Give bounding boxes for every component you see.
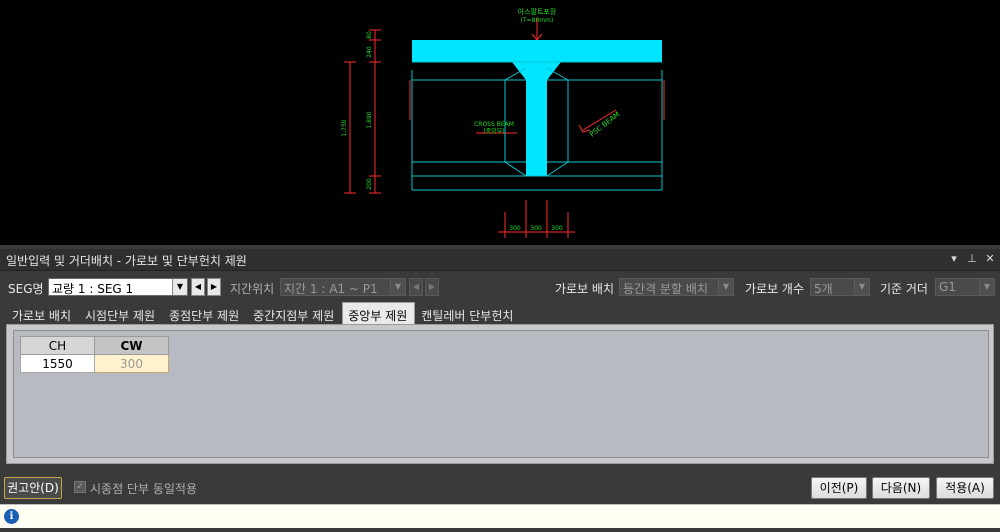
dim-bottom-3: 300 (551, 225, 563, 232)
beam-layout-label: 가로보 배치 (555, 282, 615, 296)
seg-select-value: 교량 1 : SEG 1 (52, 282, 134, 296)
input-panel: 일반입력 및 거더배치 - 가로보 및 단부헌치 제원 ▾ ⊥ ✕ SEG명 교… (0, 245, 1000, 532)
cad-drawing: 아스팔트포장 (T=80mm) CROSS BEAM (중앙부) PSC BEA… (341, 7, 665, 238)
table-row: 1550 300 (20, 354, 169, 373)
info-icon: i (4, 509, 19, 524)
dim-slab: 240 (366, 46, 373, 58)
beam-count-label: 가로보 개수 (745, 282, 805, 296)
tab-cantilever-haunch[interactable]: 캔틸레버 단부헌치 (415, 304, 521, 324)
seg-select[interactable]: 교량 1 : SEG 1 ▼ (48, 278, 188, 296)
chevron-down-icon[interactable]: ▼ (979, 279, 994, 295)
dim-total-height: 1,750 (341, 119, 348, 136)
same-apply-checkbox[interactable]: ✓ (74, 481, 86, 493)
girder-value: G1 (939, 280, 956, 294)
prev-button[interactable]: 이전(P) (811, 477, 867, 499)
grid-header-cw[interactable]: CW (94, 336, 169, 355)
dropdown-icon[interactable]: ▾ (948, 252, 960, 265)
grid-cell-cw[interactable]: 300 (94, 354, 169, 373)
dim-bottom-1: 300 (509, 225, 521, 232)
span-next-button[interactable]: ▶ (425, 278, 439, 296)
panel-toolbar: SEG명 교량 1 : SEG 1 ▼ ◀ ▶ 지간위치 지간 1 : A1 ~… (0, 275, 1000, 301)
dim-web-height: 1,890 (366, 111, 373, 128)
span-prev-button[interactable]: ◀ (409, 278, 423, 296)
pavement-thickness-label: (T=80mm) (521, 17, 554, 24)
beam-count-select[interactable]: 5개 ▼ (810, 278, 870, 296)
beam-layout-select[interactable]: 등간격 분할 배치 ▼ (619, 278, 734, 296)
chevron-down-icon[interactable]: ▼ (854, 279, 869, 295)
tab-strip: 가로보 배치 시점단부 제원 종점단부 제원 중간지점부 제원 중앙부 제원 캔… (6, 302, 521, 324)
beam-count-value: 5개 (814, 282, 833, 296)
tab-beam-layout[interactable]: 가로보 배치 (6, 304, 79, 324)
panel-footer: 권고안(D) ✓ 시종점 단부 동일적용 이전(P) 다음(N) 적용(A) (0, 475, 1000, 501)
girder-label: 기준 거더 (880, 282, 928, 296)
cross-beam-sublabel: (중앙부) (483, 127, 504, 135)
tab-intermediate-support[interactable]: 중간지점부 제원 (247, 304, 342, 324)
chevron-down-icon[interactable]: ▼ (172, 279, 187, 295)
status-bar: i (0, 504, 1000, 528)
tab-center[interactable]: 중앙부 제원 (342, 302, 416, 324)
panel-titlebar[interactable]: 일반입력 및 거더배치 - 가로보 및 단부헌치 제원 ▾ ⊥ ✕ (0, 249, 1000, 271)
dim-bottom: 200 (366, 178, 373, 190)
chevron-down-icon[interactable]: ▼ (390, 279, 405, 295)
cad-viewport[interactable]: 아스팔트포장 (T=80mm) CROSS BEAM (중앙부) PSC BEA… (0, 0, 1000, 245)
dimension-grid: CH CW 1550 300 (20, 336, 169, 373)
dim-bottom-2: 300 (530, 225, 542, 232)
chevron-down-icon[interactable]: ▼ (718, 279, 733, 295)
tab-finish-end[interactable]: 종점단부 제원 (163, 304, 247, 324)
seg-label: SEG명 (8, 282, 44, 296)
tab-content: CH CW 1550 300 (6, 324, 994, 464)
span-select[interactable]: 지간 1 : A1 ~ P1 ▼ (280, 278, 406, 296)
apply-button[interactable]: 적용(A) (936, 477, 994, 499)
panel-title: 일반입력 및 거더배치 - 가로보 및 단부헌치 제원 (6, 254, 247, 268)
pavement-label: 아스팔트포장 (518, 7, 557, 16)
beam-layout-value: 등간격 분할 배치 (623, 282, 708, 296)
cross-beam-label: CROSS BEAM (474, 121, 514, 128)
next-button[interactable]: 다음(N) (872, 477, 930, 499)
close-icon[interactable]: ✕ (984, 252, 996, 265)
recommend-button[interactable]: 권고안(D) (4, 477, 62, 499)
dim-pavement: 80 (366, 31, 373, 39)
grid-cell-ch[interactable]: 1550 (20, 354, 95, 373)
tab-start-end[interactable]: 시점단부 제원 (79, 304, 163, 324)
seg-next-button[interactable]: ▶ (207, 278, 221, 296)
grid-header-ch[interactable]: CH (20, 336, 95, 355)
same-apply-label: 시종점 단부 동일적용 (90, 482, 197, 496)
pin-icon[interactable]: ⊥ (966, 252, 978, 265)
span-label: 지간위치 (230, 282, 275, 296)
grid-area: CH CW 1550 300 (13, 330, 989, 458)
girder-select[interactable]: G1 ▼ (935, 278, 995, 296)
span-select-value: 지간 1 : A1 ~ P1 (284, 282, 378, 296)
seg-prev-button[interactable]: ◀ (191, 278, 205, 296)
